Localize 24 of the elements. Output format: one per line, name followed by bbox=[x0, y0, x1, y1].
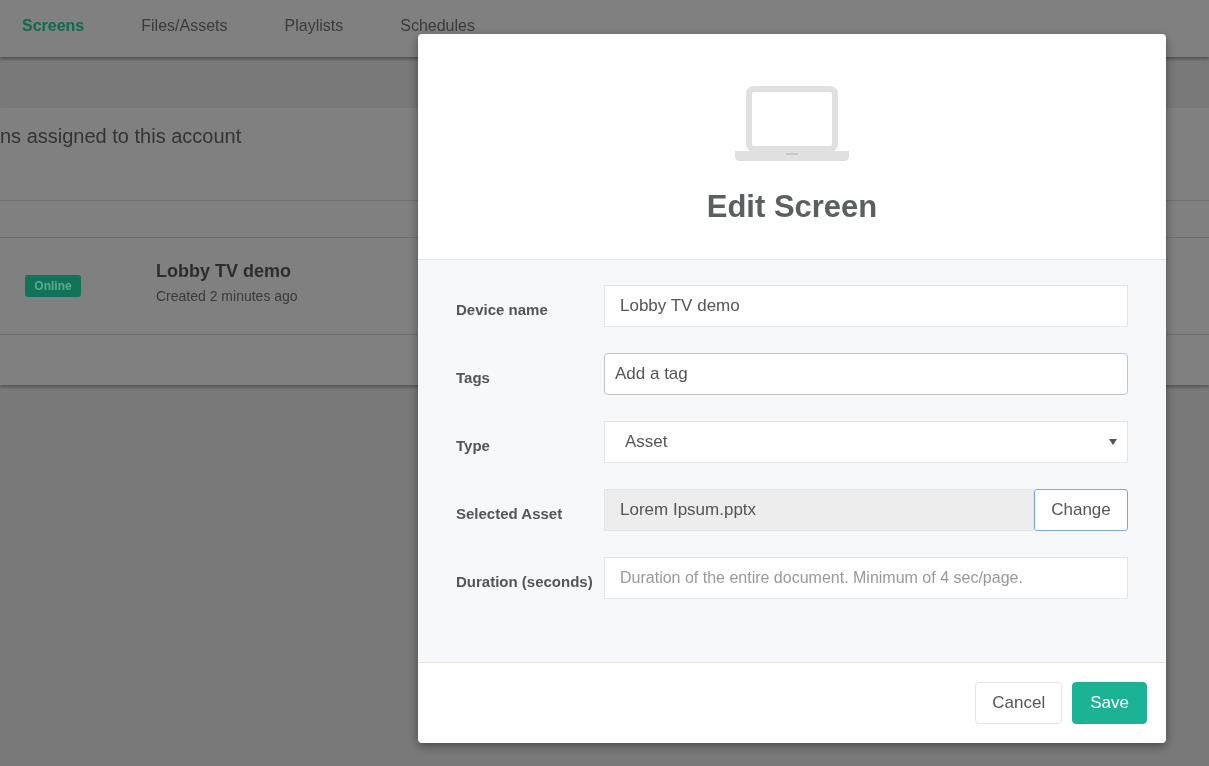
status-badge: Online bbox=[25, 275, 81, 297]
laptop-icon bbox=[735, 86, 849, 161]
field-label: Selected Asset bbox=[456, 503, 564, 522]
field-label: Type bbox=[456, 435, 491, 454]
device-name-field[interactable]: Lobby TV demo bbox=[604, 285, 1128, 327]
nav-tab[interactable]: Playlists bbox=[284, 8, 344, 49]
tags-field[interactable]: Add a tag bbox=[604, 353, 1128, 395]
dialog-title: Edit Screen bbox=[706, 189, 878, 225]
change-button[interactable]: Change bbox=[1034, 489, 1128, 531]
caret-icon bbox=[1109, 439, 1117, 445]
nav-tab[interactable]: Screens bbox=[22, 8, 85, 49]
nav-tab[interactable]: Files/Assets bbox=[141, 8, 228, 49]
cancel-button[interactable]: Cancel bbox=[975, 682, 1063, 724]
screen-name: Lobby TV demo bbox=[156, 260, 292, 282]
field-label: Device name bbox=[456, 299, 549, 318]
field-label: Tags bbox=[456, 367, 491, 386]
selected-asset-field: Lorem Ipsum.pptx bbox=[604, 489, 1034, 531]
type-select[interactable]: Asset bbox=[604, 421, 1128, 463]
field-label: Duration (seconds) bbox=[456, 571, 594, 590]
save-button[interactable]: Save bbox=[1072, 682, 1147, 724]
card-heading: ns assigned to this account bbox=[0, 125, 242, 148]
nav-tab[interactable]: Schedules bbox=[400, 8, 475, 49]
created-time: Created 2 minutes ago bbox=[156, 287, 298, 304]
duration-field[interactable]: Duration of the entire document. Minimum of 4 sec/page. bbox=[604, 557, 1128, 599]
